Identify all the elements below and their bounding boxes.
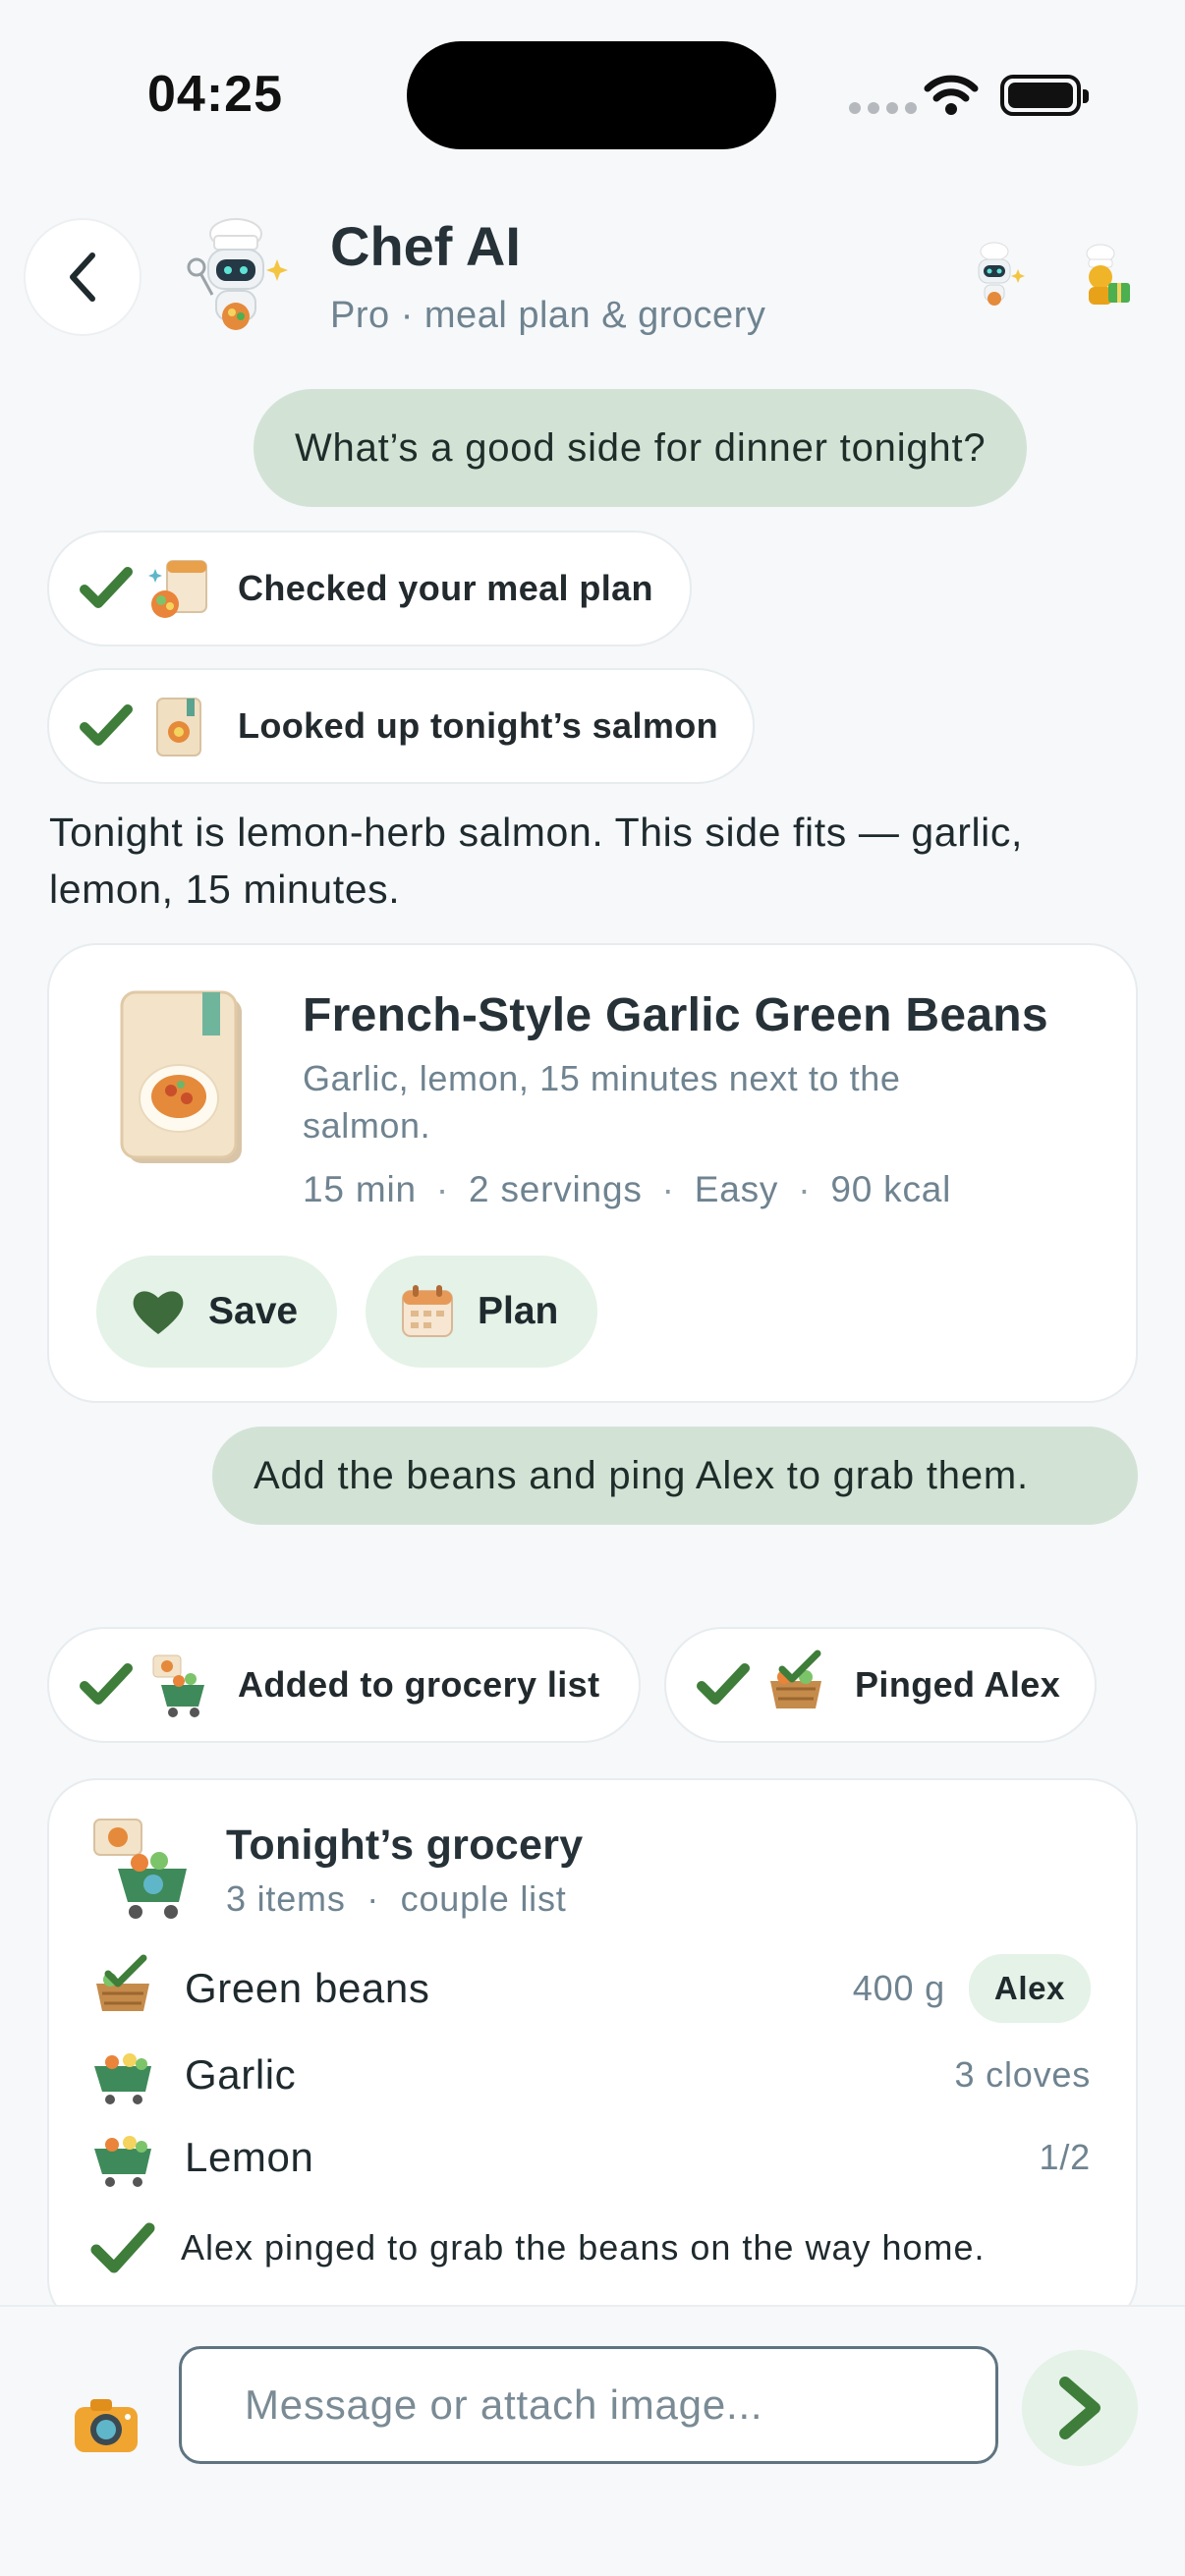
grocery-cart-icon <box>94 2053 151 2104</box>
grocery-item[interactable]: Lemon 1/2 <box>88 2118 1091 2197</box>
grocery-item-name: Lemon <box>185 2134 314 2180</box>
grocery-cart-icon <box>93 1819 187 1919</box>
grocery-note: Alex pinged to grab the beans on the way… <box>88 2218 986 2277</box>
basket-check-icon <box>96 1954 149 2011</box>
camera-icon[interactable] <box>71 2389 141 2460</box>
checkmark-icon <box>90 2222 155 2273</box>
grocery-item[interactable]: Garlic 3 cloves <box>88 2036 1091 2114</box>
dynamic-island <box>407 41 776 149</box>
basket-check-icon <box>770 1650 821 1708</box>
chef-gift-icon[interactable] <box>1067 240 1138 310</box>
heart-icon <box>133 1291 184 1334</box>
grocery-list-name: couple list <box>400 1878 567 1919</box>
chat-title: Chef AI <box>330 215 521 277</box>
save-button[interactable]: Save <box>96 1256 338 1368</box>
checkmark-icon <box>80 704 133 746</box>
recipe-calories: 90 kcal <box>830 1169 952 1209</box>
separator-dot: · <box>356 1878 390 1919</box>
meal-plan-calendar-icon <box>148 560 207 618</box>
checkmark-icon <box>80 567 133 608</box>
recipe-difficulty: Easy <box>694 1169 779 1209</box>
grocery-item-name: Garlic <box>185 2051 297 2098</box>
plan-label: Plan <box>478 1290 559 1332</box>
checkmark-icon <box>697 1663 750 1705</box>
user-message-bubble: What’s a good side for dinner tonight? <box>254 389 1028 507</box>
recipe-title: French-Style Garlic Green Beans <box>303 989 1048 1041</box>
chevron-left-icon <box>70 252 95 302</box>
status-bar: 04:25 <box>0 0 1185 187</box>
tool-status-label: Pinged Alex <box>855 1664 1061 1705</box>
grocery-card[interactable]: Tonight’s grocery 3 items · couple list … <box>47 1778 1138 2328</box>
separator-dot: · <box>435 1169 449 1209</box>
user-message-bubble: Add the beans and ping Alex to grab them… <box>212 1427 1138 1525</box>
checkmark-icon <box>80 1663 133 1705</box>
status-time: 04:25 <box>147 66 283 123</box>
recipe-book-icon <box>156 698 201 756</box>
recipe-servings: 2 servings <box>468 1169 643 1209</box>
composer-bar <box>0 2305 1185 2576</box>
recipe-time: 15 min <box>303 1169 417 1209</box>
grocery-item-name: Green beans <box>185 1965 430 2011</box>
separator-dot: · <box>798 1169 812 1209</box>
assistant-message: Tonight is lemon-herb salmon. This side … <box>49 810 1023 912</box>
assistant-robot-icon[interactable] <box>959 240 1030 310</box>
recipe-book-icon <box>120 990 242 1163</box>
grocery-count: 3 items <box>226 1878 346 1919</box>
message-input[interactable] <box>179 2346 998 2464</box>
plan-button[interactable]: Plan <box>366 1256 598 1368</box>
grocery-title: Tonight’s grocery <box>226 1821 584 1869</box>
send-arrow-icon <box>1059 2377 1100 2439</box>
cellular-signal-icon <box>849 102 917 114</box>
tool-status-chip: Looked up tonight’s salmon <box>47 668 755 784</box>
recipe-card[interactable]: French-Style Garlic Green Beans Garlic, … <box>47 943 1138 1403</box>
back-button[interactable] <box>24 218 141 336</box>
calendar-icon <box>402 1285 453 1337</box>
save-label: Save <box>208 1290 299 1332</box>
grocery-item-qty: 1/2 <box>1039 2137 1091 2177</box>
grocery-subtitle: 3 items · couple list <box>226 1878 567 1920</box>
separator-dot: · <box>661 1169 675 1209</box>
tool-status-chip: Added to grocery list <box>47 1627 641 1743</box>
tool-status-label: Looked up tonight’s salmon <box>238 705 719 746</box>
grocery-item-qty: 3 cloves <box>954 2054 1091 2095</box>
tool-status-chip: Checked your meal plan <box>47 531 692 646</box>
robot-chef-icon <box>187 218 288 330</box>
recipe-description: Garlic, lemon, 15 minutes next to the sa… <box>303 1058 901 1146</box>
wifi-icon <box>924 75 979 115</box>
grocery-cart-icon <box>94 2136 151 2187</box>
chat-subtitle: Pro · meal plan & grocery <box>330 295 766 336</box>
grocery-cart-icon <box>152 1654 204 1717</box>
tool-status-label: Checked your meal plan <box>238 568 653 608</box>
send-button[interactable] <box>1022 2350 1138 2466</box>
assignee-badge: Alex <box>968 1954 1091 2023</box>
tool-status-chip: Pinged Alex <box>664 1627 1097 1743</box>
battery-icon <box>1000 75 1089 116</box>
grocery-item-qty: 400 g <box>852 1968 945 2008</box>
tool-status-label: Added to grocery list <box>238 1664 600 1705</box>
recipe-meta: 15 min · 2 servings · Easy · 90 kcal <box>303 1169 951 1210</box>
grocery-note-text: Alex pinged to grab the beans on the way… <box>181 2227 986 2268</box>
grocery-item[interactable]: Green beans 400 g Alex <box>88 1949 1091 2028</box>
